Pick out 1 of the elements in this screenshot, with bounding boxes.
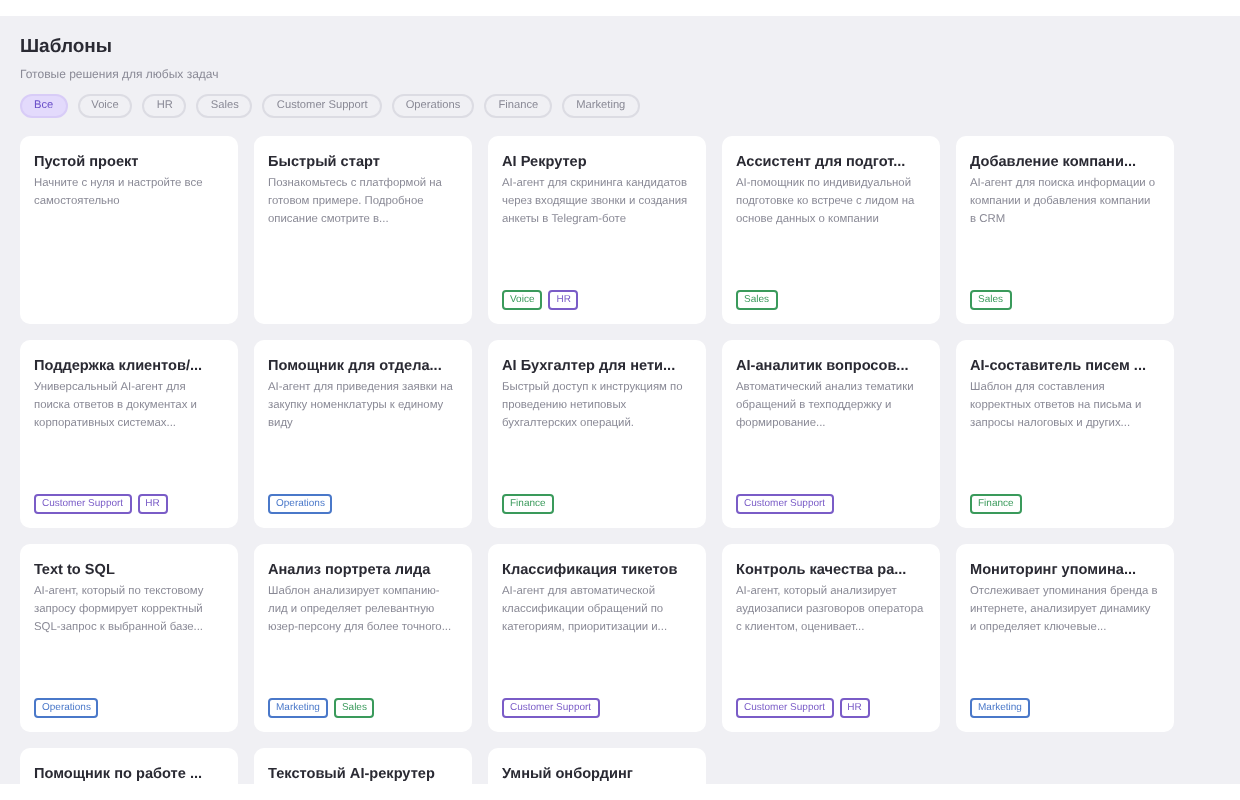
- page-title: Шаблоны: [20, 36, 115, 58]
